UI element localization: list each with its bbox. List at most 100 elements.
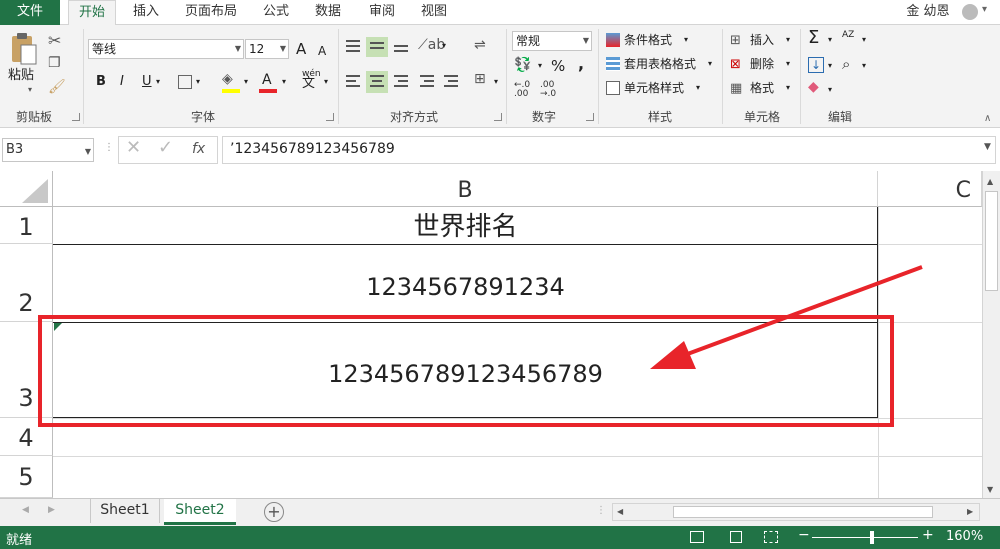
autosum-button[interactable]: Σ	[808, 29, 819, 47]
scroll-right-icon[interactable]: ▶	[967, 507, 973, 516]
font-launcher-icon[interactable]	[326, 113, 334, 121]
chevron-down-icon[interactable]: ▾	[324, 77, 328, 86]
chevron-down-icon[interactable]: ▾	[494, 77, 498, 86]
chevron-down-icon[interactable]: ▾	[786, 59, 790, 68]
increase-decimal-button[interactable]: ←.0.00	[514, 81, 530, 99]
row-header-5[interactable]: 5	[0, 456, 53, 498]
zoom-slider[interactable]	[812, 537, 918, 538]
tab-insert[interactable]: 插入	[122, 0, 170, 25]
paste-dropdown-icon[interactable]: ▾	[28, 85, 32, 94]
vertical-align-icons[interactable]	[344, 37, 412, 57]
scroll-down-icon[interactable]: ▼	[987, 485, 993, 494]
vertical-scrollbar[interactable]: ▲ ▼	[982, 171, 1000, 498]
format-cells-button[interactable]: 格式	[750, 79, 774, 97]
tab-page-layout[interactable]: 页面布局	[178, 0, 244, 25]
wrap-text-icon[interactable]: ⇌	[474, 37, 486, 53]
delete-cells-button[interactable]: 删除	[750, 55, 774, 73]
chevron-down-icon[interactable]: ▾	[244, 77, 248, 86]
number-format-combo[interactable]: 常规 ▼	[512, 31, 592, 51]
chevron-down-icon[interactable]: ▾	[442, 41, 446, 50]
paste-button[interactable]: 粘贴	[8, 67, 34, 85]
tab-formulas[interactable]: 公式	[254, 0, 298, 25]
font-size-combo[interactable]: 12 ▼	[245, 39, 289, 59]
copy-icon[interactable]: ❐	[48, 55, 61, 71]
chevron-down-icon[interactable]: ▾	[282, 77, 286, 86]
conditional-format-button[interactable]: 条件格式	[624, 31, 672, 49]
tab-view[interactable]: 视图	[412, 0, 456, 25]
cut-icon[interactable]: ✂	[48, 31, 61, 50]
zoom-slider-thumb[interactable]	[870, 531, 874, 544]
cell-styles-button[interactable]: 单元格样式	[624, 79, 684, 97]
decrease-decimal-button[interactable]: .00 →.0	[540, 81, 556, 99]
percent-button[interactable]: %	[551, 57, 565, 75]
clipboard-launcher-icon[interactable]	[72, 113, 80, 121]
user-name[interactable]: 金 幼恩	[896, 0, 960, 25]
fill-color-icon[interactable]: ◈	[222, 71, 233, 87]
italic-button[interactable]: I	[120, 73, 124, 91]
next-sheet-icon[interactable]: ▶	[48, 505, 55, 515]
cell-b1[interactable]: 世界排名	[53, 207, 878, 244]
zoom-out-icon[interactable]: −	[798, 527, 810, 543]
chevron-down-icon[interactable]: ▾	[684, 35, 688, 44]
select-all-corner[interactable]	[0, 171, 53, 207]
scroll-up-icon[interactable]: ▲	[987, 177, 993, 186]
zoom-level[interactable]: 160%	[946, 529, 983, 544]
font-color-button[interactable]: A	[262, 71, 272, 89]
chevron-down-icon[interactable]: ▾	[696, 83, 700, 92]
border-icon[interactable]	[178, 75, 192, 89]
column-header-b[interactable]: B	[53, 171, 878, 207]
sheet-tab-sheet1[interactable]: Sheet1	[90, 499, 160, 523]
font-name-combo[interactable]: 等线 ▼	[88, 39, 244, 59]
avatar[interactable]	[962, 4, 978, 20]
sheet-tab-sheet2[interactable]: Sheet2	[164, 499, 236, 525]
grow-font-button[interactable]: A	[296, 40, 306, 58]
column-header-c[interactable]: C	[878, 171, 982, 207]
normal-view-icon[interactable]	[690, 531, 704, 543]
chevron-down-icon[interactable]: ▾	[538, 61, 542, 70]
tab-data[interactable]: 数据	[306, 0, 350, 25]
fill-down-icon[interactable]: ↓	[808, 57, 824, 73]
chevron-down-icon[interactable]: ▾	[156, 77, 160, 86]
chevron-down-icon[interactable]: ▾	[786, 35, 790, 44]
comma-button[interactable]: ,	[578, 55, 584, 73]
bold-button[interactable]: B	[96, 73, 106, 91]
page-layout-view-icon[interactable]	[730, 531, 742, 543]
enter-check-icon[interactable]: ✓	[158, 137, 173, 158]
collapse-ribbon-icon[interactable]: ∧	[984, 113, 991, 124]
chevron-down-icon[interactable]: ▾	[982, 4, 987, 15]
name-box[interactable]: B3 ▼	[2, 138, 94, 162]
chevron-down-icon[interactable]: ▾	[828, 35, 832, 44]
number-launcher-icon[interactable]	[586, 113, 594, 121]
chevron-down-icon[interactable]: ▾	[828, 61, 832, 70]
prev-sheet-icon[interactable]: ◀	[22, 505, 29, 515]
row-header-2[interactable]: 2	[0, 244, 53, 322]
page-break-view-icon[interactable]	[764, 531, 778, 543]
insert-function-button[interactable]: fx	[192, 140, 205, 158]
shrink-font-button[interactable]: A	[318, 42, 326, 60]
chevron-down-icon[interactable]: ▾	[786, 83, 790, 92]
tab-file[interactable]: 文件	[0, 0, 60, 25]
zoom-in-icon[interactable]: +	[922, 527, 934, 543]
horizontal-scroll-thumb[interactable]	[673, 506, 933, 518]
alignment-launcher-icon[interactable]	[494, 113, 502, 121]
tab-home[interactable]: 开始	[68, 0, 116, 26]
merge-center-icon[interactable]: ⊞	[474, 71, 486, 87]
currency-icon[interactable]: 💱	[514, 57, 531, 73]
paste-icon[interactable]	[8, 31, 40, 67]
chevron-down-icon[interactable]: ▾	[862, 35, 866, 44]
tab-review[interactable]: 审阅	[360, 0, 404, 25]
chevron-down-icon[interactable]: ▾	[828, 85, 832, 94]
chevron-down-icon[interactable]: ▾	[196, 77, 200, 86]
format-painter-icon[interactable]: 🖌	[48, 79, 66, 95]
formula-input[interactable]: ’123456789123456789	[230, 141, 395, 157]
horizontal-scrollbar[interactable]: ◀ ▶	[612, 503, 980, 521]
clear-eraser-icon[interactable]: ◆	[808, 79, 819, 95]
find-binoculars-icon[interactable]: ⌕	[842, 55, 850, 73]
chevron-down-icon[interactable]: ▾	[862, 61, 866, 70]
add-sheet-button[interactable]: +	[264, 502, 284, 522]
sort-filter-button[interactable]: AZ	[842, 31, 854, 40]
cancel-icon[interactable]: ✕	[126, 137, 141, 158]
row-header-1[interactable]: 1	[0, 207, 53, 244]
format-as-table-button[interactable]: 套用表格格式	[624, 55, 696, 73]
expand-formula-icon[interactable]: ▼	[984, 142, 991, 152]
